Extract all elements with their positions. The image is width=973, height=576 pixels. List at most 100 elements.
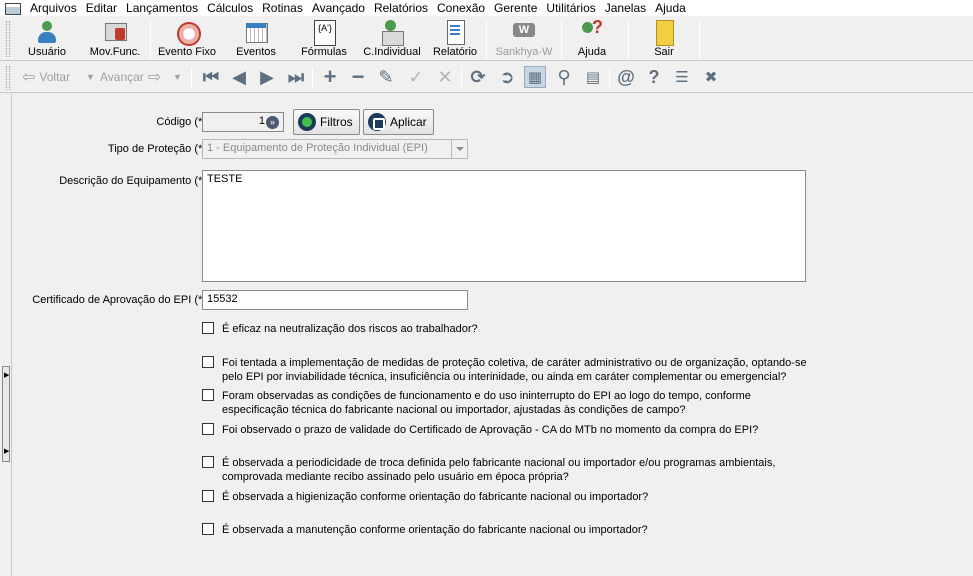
menu-calculos[interactable]: Cálculos bbox=[206, 1, 259, 15]
lookup-icon[interactable]: » bbox=[266, 116, 279, 129]
magnifier-icon[interactable]: ⚲ bbox=[553, 66, 575, 88]
formulas-button[interactable]: Fórmulas bbox=[296, 19, 352, 59]
remove-record-icon[interactable]: − bbox=[347, 66, 369, 88]
sankhya-w-button[interactable]: Sankhya-W bbox=[492, 19, 556, 59]
back-dropdown-icon[interactable]: ▼ bbox=[86, 65, 95, 89]
checkbox-eficaz[interactable] bbox=[202, 322, 214, 334]
check-text-line: É observada a periodicidade de troca def… bbox=[222, 457, 776, 469]
sair-button[interactable]: Sair bbox=[642, 19, 686, 59]
toolbar-separator bbox=[461, 67, 462, 89]
checkbox-periodicidade-troca[interactable] bbox=[202, 456, 214, 468]
formula-icon bbox=[311, 19, 337, 46]
menu-ajuda[interactable]: Ajuda bbox=[654, 1, 692, 15]
usuario-button[interactable]: Usuário bbox=[20, 19, 74, 59]
protection-type-select[interactable]: 1 - Equipamento de Proteção Individual (… bbox=[202, 139, 468, 159]
last-record-icon[interactable]: ⏭ bbox=[285, 66, 307, 88]
certificate-field[interactable]: 15532 bbox=[202, 290, 468, 310]
menu-rotinas[interactable]: Rotinas bbox=[261, 1, 309, 15]
description-textarea[interactable]: TESTE bbox=[202, 170, 806, 282]
checkbox-manutencao-label: É observada a manutenção conforme orient… bbox=[222, 523, 812, 537]
forward-button[interactable]: Avançar ⇨ bbox=[100, 65, 161, 89]
sankhya-w-label: Sankhya-W bbox=[495, 46, 553, 58]
description-label: Descrição do Equipamento (*): bbox=[59, 175, 209, 187]
arrow-right-icon: ⇨ bbox=[147, 69, 162, 86]
report-icon bbox=[442, 19, 468, 45]
checkbox-prazo-validade[interactable] bbox=[202, 423, 214, 435]
toolbar-separator bbox=[609, 67, 610, 89]
apply-label: Aplicar bbox=[390, 115, 427, 129]
evento-fixo-button[interactable]: Evento Fixo bbox=[155, 19, 219, 59]
ajuda-button[interactable]: Ajuda bbox=[570, 17, 614, 59]
check-text-line: comprovada mediante recibo assinado pelo… bbox=[222, 471, 569, 483]
usuario-label: Usuário bbox=[28, 46, 66, 58]
add-record-icon[interactable]: + bbox=[319, 66, 341, 88]
find-text-icon[interactable]: ☰ bbox=[671, 66, 693, 88]
first-record-icon[interactable]: ⏮ bbox=[200, 66, 222, 88]
forward-dropdown-icon[interactable]: ▼ bbox=[173, 65, 182, 89]
menu-avancado[interactable]: Avançado bbox=[311, 1, 371, 15]
menu-relatorios[interactable]: Relatórios bbox=[373, 1, 434, 15]
exit-icon bbox=[651, 19, 677, 46]
email-icon[interactable]: @ bbox=[615, 66, 637, 88]
checkbox-higienizacao-label: É observada a higienização conforme orie… bbox=[222, 490, 812, 504]
navigation-toolbar: ⇦ Voltar ▼ Avançar ⇨ ▼ ⏮ ◀ ▶ ⏭ + − ✎ ✓ ✕… bbox=[0, 62, 973, 93]
app-icon[interactable] bbox=[5, 1, 23, 15]
cancel-icon[interactable]: ✕ bbox=[434, 66, 456, 88]
main-toolbar: Usuário Mov.Func. Evento Fixo Eventos Fó… bbox=[0, 17, 973, 61]
grid-view-icon[interactable]: ▦ bbox=[524, 66, 546, 88]
filters-button[interactable]: Filtros bbox=[293, 109, 360, 135]
menu-utilitarios[interactable]: Utilitários bbox=[545, 1, 601, 15]
excel-export-icon[interactable]: ✖ bbox=[700, 66, 722, 88]
apply-button[interactable]: Aplicar bbox=[363, 109, 434, 135]
checkbox-condicoes-funcionamento[interactable] bbox=[202, 389, 214, 401]
checkbox-manutencao[interactable] bbox=[202, 523, 214, 535]
refresh-icon[interactable]: ⟳ bbox=[467, 66, 489, 88]
events-icon bbox=[243, 19, 269, 45]
back-button[interactable]: ⇦ Voltar bbox=[22, 65, 70, 89]
toolbar-separator bbox=[561, 19, 562, 59]
check-text-line: pelo EPI por inviabilidade técnica, insu… bbox=[222, 371, 787, 383]
menu-arquivos[interactable]: Arquivos bbox=[29, 1, 83, 15]
toolbar-separator bbox=[150, 19, 151, 59]
expand-arrow-icon: ▶ bbox=[4, 372, 10, 379]
confirm-icon[interactable]: ✓ bbox=[405, 66, 427, 88]
relatorio-button[interactable]: Relatório bbox=[430, 19, 480, 59]
evento-fixo-label: Evento Fixo bbox=[157, 46, 217, 58]
print-icon[interactable]: ▤ bbox=[582, 66, 604, 88]
menu-gerente[interactable]: Gerente bbox=[493, 1, 543, 15]
check-text-line: É observada a manutenção conforme orient… bbox=[222, 524, 648, 536]
search-circle-icon[interactable]: ➲ bbox=[496, 66, 518, 88]
toolbar-grip[interactable] bbox=[6, 66, 10, 90]
check-text-line: É eficaz na neutralização dos riscos ao … bbox=[222, 323, 478, 335]
previous-record-icon[interactable]: ◀ bbox=[228, 66, 250, 88]
menu-conexao[interactable]: Conexão bbox=[436, 1, 491, 15]
c-individual-button[interactable]: C.Individual bbox=[360, 19, 424, 59]
checkbox-protecao-coletiva[interactable] bbox=[202, 356, 214, 368]
checkbox-periodicidade-troca-label: É observada a periodicidade de troca def… bbox=[222, 456, 812, 484]
checkbox-higienizacao[interactable] bbox=[202, 490, 214, 502]
help-icon bbox=[579, 17, 605, 45]
eventos-label: Eventos bbox=[236, 46, 276, 58]
toolbar-separator bbox=[191, 67, 192, 89]
fixed-event-icon bbox=[174, 19, 201, 46]
user-icon bbox=[34, 19, 60, 45]
edit-record-icon[interactable]: ✎ bbox=[375, 66, 397, 88]
side-panel-toggle[interactable]: ▶ ▶ bbox=[2, 366, 10, 462]
menu-janelas[interactable]: Janelas bbox=[604, 1, 652, 15]
formulas-label: Fórmulas bbox=[301, 46, 347, 58]
sair-label: Sair bbox=[654, 46, 674, 58]
toolbar-separator bbox=[486, 19, 487, 59]
chevron-down-icon[interactable] bbox=[451, 140, 467, 158]
mov-func-button[interactable]: Mov.Func. bbox=[84, 19, 146, 59]
eventos-button[interactable]: Eventos bbox=[228, 19, 284, 59]
help-question-icon[interactable]: ? bbox=[643, 66, 665, 88]
forward-label: Avançar bbox=[100, 70, 144, 84]
back-label: Voltar bbox=[39, 70, 71, 84]
menu-lancamentos[interactable]: Lançamentos bbox=[125, 1, 204, 15]
check-text-line: Foram observadas as condições de funcion… bbox=[222, 390, 751, 402]
protection-type-label: Tipo de Proteção (*): bbox=[107, 143, 209, 155]
next-record-icon[interactable]: ▶ bbox=[256, 66, 278, 88]
toolbar-grip[interactable] bbox=[6, 21, 10, 57]
menu-editar[interactable]: Editar bbox=[85, 1, 123, 15]
toolbar-separator bbox=[699, 19, 700, 59]
